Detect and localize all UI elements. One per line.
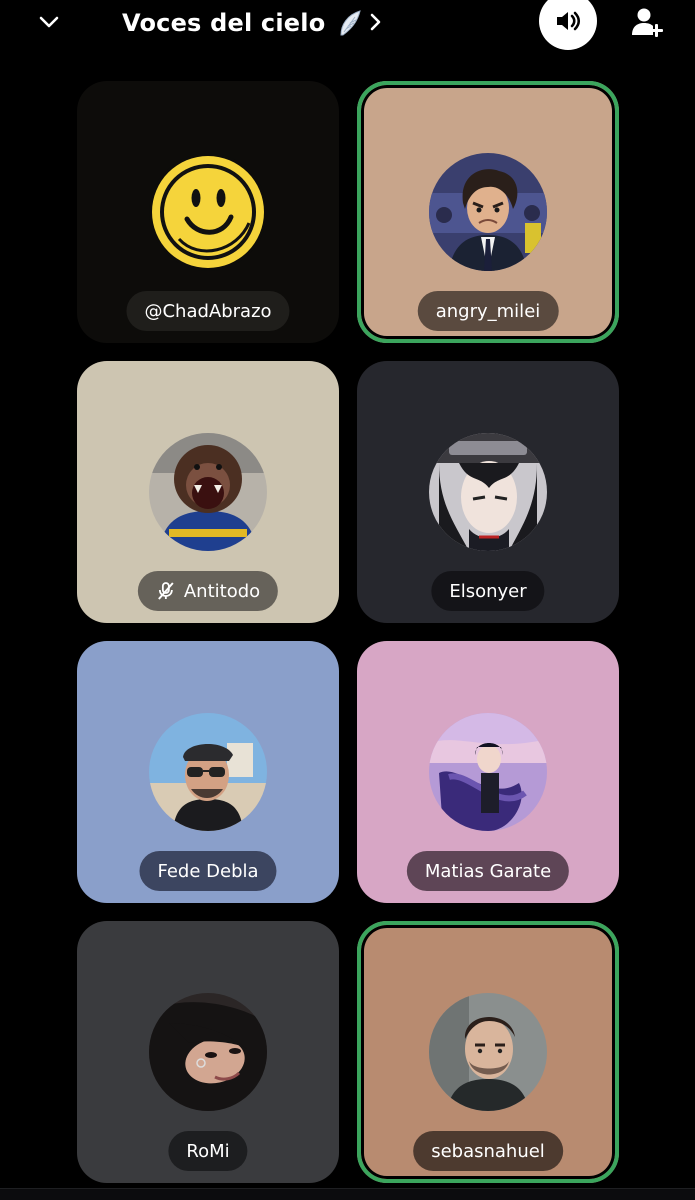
participant-nametag: Elsonyer xyxy=(431,571,545,611)
participant-tile-chadabrazo[interactable]: @ChadAbrazo xyxy=(77,81,339,343)
channel-header: Voces del cielo xyxy=(0,0,695,50)
avatar xyxy=(429,993,547,1111)
participant-nametag: @ChadAbrazo xyxy=(126,291,290,331)
ape-avatar xyxy=(149,433,267,551)
man-portrait-avatar xyxy=(429,993,547,1111)
participant-tile-matias-garate[interactable]: Matias Garate xyxy=(357,641,619,903)
avatar xyxy=(429,433,547,551)
voice-channel-screen: Voces del cielo @ChadAbrazo angry_milei … xyxy=(0,0,695,1200)
participant-name: sebasnahuel xyxy=(431,1140,545,1162)
participant-name: angry_milei xyxy=(435,300,541,322)
participant-name: Matias Garate xyxy=(424,860,552,882)
speaker-button[interactable] xyxy=(539,0,597,50)
participant-nametag: angry_milei xyxy=(417,291,559,331)
avatar xyxy=(149,993,267,1111)
participant-nametag: Fede Debla xyxy=(139,851,277,891)
participant-nametag: Matias Garate xyxy=(406,851,570,891)
participant-tile-angry-milei[interactable]: angry_milei xyxy=(357,81,619,343)
smiley-icon xyxy=(149,153,267,271)
chevron-down-icon[interactable] xyxy=(37,10,61,34)
speaker-icon xyxy=(557,11,581,31)
channel-title-group[interactable]: Voces del cielo xyxy=(122,6,363,40)
participant-name: Antitodo xyxy=(183,580,261,602)
chevron-right-icon[interactable] xyxy=(366,10,386,34)
participant-tile-elsonyer[interactable]: Elsonyer xyxy=(357,361,619,623)
add-user-icon[interactable] xyxy=(630,6,664,40)
woman-avatar xyxy=(149,993,267,1111)
participant-nametag: Antitodo xyxy=(137,571,279,611)
avatar xyxy=(429,153,547,271)
avatar xyxy=(149,153,267,271)
participant-name: RoMi xyxy=(186,1140,230,1162)
selfie-man-avatar xyxy=(149,713,267,831)
participant-name: Elsonyer xyxy=(449,580,527,602)
participant-tile-sebasnahuel[interactable]: sebasnahuel xyxy=(357,921,619,1183)
avatar xyxy=(149,433,267,551)
cartoon-man-avatar xyxy=(429,153,547,271)
muted-mic-icon xyxy=(158,582,174,600)
anime-ninja-avatar xyxy=(429,433,547,551)
participant-tile-romi[interactable]: RoMi xyxy=(77,921,339,1183)
participant-name: Fede Debla xyxy=(157,860,259,882)
participant-tile-fede-debla[interactable]: Fede Debla xyxy=(77,641,339,903)
participant-nametag: sebasnahuel xyxy=(413,1131,563,1171)
channel-title: Voces del cielo xyxy=(122,9,326,37)
avatar xyxy=(149,713,267,831)
avatar xyxy=(429,713,547,831)
participant-name: @ChadAbrazo xyxy=(144,300,272,322)
participant-nametag: RoMi xyxy=(168,1131,248,1171)
anime-caped-avatar xyxy=(429,713,547,831)
wing-icon xyxy=(340,10,362,36)
bottom-panel-edge xyxy=(0,1188,695,1200)
participant-tile-antitodo[interactable]: Antitodo xyxy=(77,361,339,623)
